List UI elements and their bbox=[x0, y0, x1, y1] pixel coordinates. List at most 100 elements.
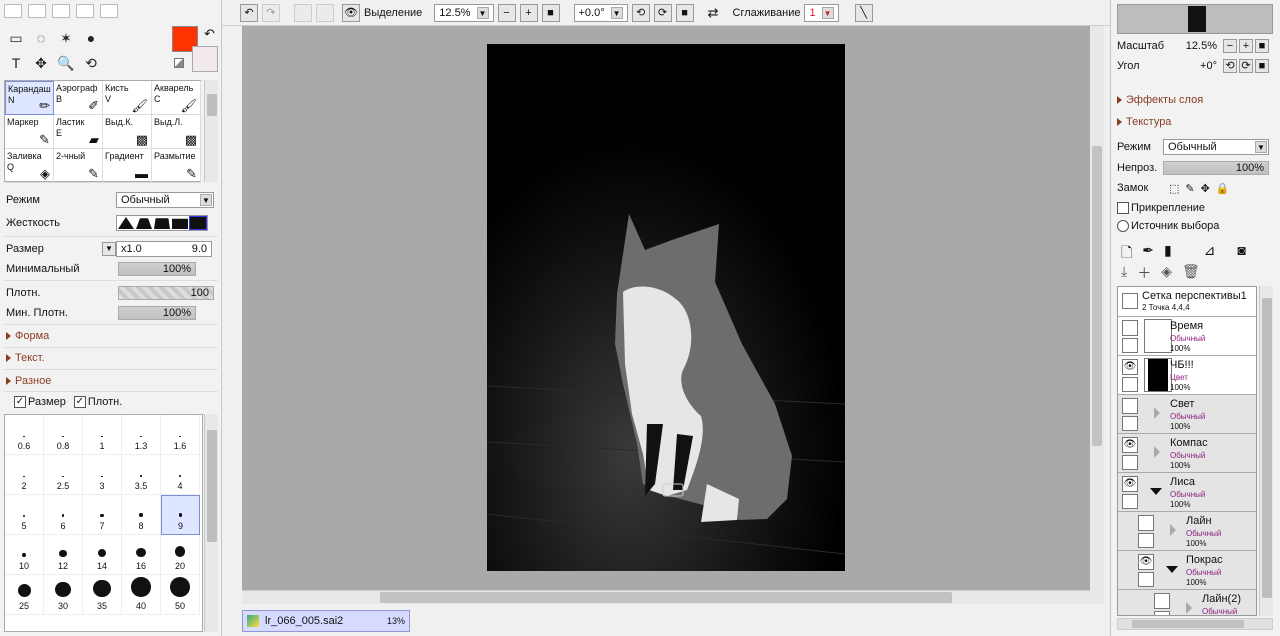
visibility-toggle[interactable] bbox=[1138, 515, 1154, 531]
visibility-toggle[interactable] bbox=[1122, 293, 1138, 309]
section-texture[interactable]: Текстура bbox=[1117, 112, 1171, 132]
size-checkbox[interactable]: ✓ Размер bbox=[14, 396, 66, 408]
visibility-toggle[interactable] bbox=[1122, 398, 1138, 414]
brush-tool-item[interactable]: Маркер ✎ bbox=[5, 115, 54, 149]
merge-icon[interactable]: ＋ bbox=[1137, 263, 1151, 283]
layer-item[interactable]: Лайн(2) Обычный bbox=[1118, 590, 1256, 615]
chevron-right-icon[interactable] bbox=[1170, 524, 1176, 536]
chevron-right-icon[interactable] bbox=[1186, 602, 1192, 614]
lasso-icon[interactable]: ◌ bbox=[29, 26, 53, 50]
magic-wand-icon[interactable]: ✶ bbox=[54, 26, 78, 50]
trash-icon[interactable]: 🗑 bbox=[1182, 263, 1200, 283]
rect-select-icon[interactable]: ▭ bbox=[4, 26, 28, 50]
eye-icon[interactable]: 👁 bbox=[1122, 476, 1138, 492]
layer-mode-select[interactable]: Обычный ▼ bbox=[1163, 139, 1269, 155]
brush-tool-item[interactable]: Аэрограф B ✐ bbox=[54, 81, 103, 115]
layout-tab-3[interactable] bbox=[52, 4, 70, 18]
brush-tool-item[interactable]: 2-чный ✎ bbox=[54, 149, 103, 183]
layer-item[interactable]: 👁 Компас Обычный 100% bbox=[1118, 434, 1256, 473]
brush-size-preset[interactable]: 1.3 bbox=[122, 415, 161, 455]
perspective-ruler-icon[interactable]: ⊿ bbox=[1204, 242, 1216, 262]
nav-zoom-reset-button[interactable]: ■ bbox=[1255, 39, 1269, 53]
brush-size-preset[interactable]: 7 bbox=[83, 495, 122, 535]
brush-tool-item[interactable]: Карандаш N ✏ bbox=[5, 81, 54, 115]
layer-lock-toggle[interactable] bbox=[1138, 533, 1154, 548]
rotate-right-button[interactable]: ⟳ bbox=[653, 3, 672, 22]
smoothing-select[interactable]: 1 ▼ bbox=[804, 3, 839, 22]
layer-lock-toggle[interactable] bbox=[1122, 377, 1138, 392]
section-texture[interactable]: Текст. bbox=[6, 348, 45, 368]
eye-icon[interactable]: 👁 bbox=[1122, 437, 1138, 453]
chevron-right-icon[interactable] bbox=[1154, 407, 1160, 419]
zoom-in-button[interactable]: + bbox=[519, 3, 538, 22]
section-shape[interactable]: Форма bbox=[6, 326, 49, 346]
line-tool-icon[interactable]: ╲ bbox=[854, 3, 873, 22]
clear-layer-icon[interactable]: ◈ bbox=[1161, 263, 1172, 283]
min-size-slider[interactable]: 100% bbox=[118, 262, 196, 276]
layout-tab-4[interactable] bbox=[76, 4, 94, 18]
layer-mask-icon[interactable]: ◙ bbox=[1237, 242, 1245, 262]
navigator-thumbnail[interactable] bbox=[1117, 4, 1273, 34]
selection-source-radio[interactable]: Источник выбора bbox=[1117, 220, 1219, 232]
brush-size-preset[interactable]: 3.5 bbox=[122, 455, 161, 495]
canvas-horizontal-scrollbar[interactable] bbox=[242, 590, 1090, 604]
layer-item[interactable]: 👁 ЧБ!!! Цвет 100% bbox=[1118, 356, 1256, 395]
rotation-select[interactable]: +0.0° ▼ bbox=[573, 3, 628, 22]
transparent-color-icon[interactable] bbox=[174, 58, 184, 68]
size-input[interactable]: x1.0 9.0 bbox=[116, 241, 212, 257]
brush-size-preset[interactable]: 25 bbox=[5, 575, 44, 615]
clip-checkbox[interactable]: Прикрепление bbox=[1117, 202, 1205, 214]
brush-size-preset[interactable]: 12 bbox=[44, 535, 83, 575]
layer-item[interactable]: Лайн Обычный 100% bbox=[1118, 512, 1256, 551]
layout-tab-5[interactable] bbox=[100, 4, 118, 18]
new-layer-icon[interactable]: 🗋 bbox=[1121, 242, 1132, 262]
brush-size-preset[interactable]: 2.5 bbox=[44, 455, 83, 495]
layer-lock-toggle[interactable] bbox=[1122, 455, 1138, 470]
lock-icons[interactable]: ⬚✎✥🔒 bbox=[1169, 182, 1236, 195]
canvas-vertical-scrollbar[interactable] bbox=[1090, 26, 1104, 604]
brush-size-preset[interactable]: 0.6 bbox=[5, 415, 44, 455]
brush-size-preset[interactable]: 8 bbox=[122, 495, 161, 535]
document-tab[interactable]: lr_066_005.sai2 13% bbox=[242, 610, 410, 632]
chevron-down-icon[interactable] bbox=[1166, 566, 1178, 573]
nav-rotate-right-button[interactable]: ⟳ bbox=[1239, 59, 1253, 73]
rotate-left-button[interactable]: ⟲ bbox=[631, 3, 650, 22]
chevron-right-icon[interactable] bbox=[1154, 446, 1160, 458]
new-folder-icon[interactable]: ▮ bbox=[1164, 242, 1172, 262]
brush-size-preset[interactable]: 35 bbox=[83, 575, 122, 615]
move-icon[interactable]: ✥ bbox=[29, 51, 53, 75]
brush-size-preset[interactable]: 2 bbox=[5, 455, 44, 495]
brush-mode-select[interactable]: Обычный ▼ bbox=[116, 192, 214, 208]
rotate-reset-button[interactable]: ■ bbox=[675, 3, 694, 22]
brush-size-preset[interactable]: 1 bbox=[83, 415, 122, 455]
eye-icon[interactable]: 👁 bbox=[1122, 359, 1138, 375]
brush-size-preset[interactable]: 5 bbox=[5, 495, 44, 535]
selection-visibility-icon[interactable]: 👁 bbox=[342, 3, 360, 22]
redo-button[interactable]: ↷ bbox=[262, 3, 280, 22]
merge-down-icon[interactable]: ⤓ bbox=[1121, 263, 1127, 283]
brush-grid-scrollbar[interactable] bbox=[204, 80, 218, 182]
layer-item[interactable]: 👁 Покрас Обычный 100% bbox=[1118, 551, 1256, 590]
nav-zoom-out-button[interactable]: − bbox=[1223, 39, 1237, 53]
nav-rotate-left-button[interactable]: ⟲ bbox=[1223, 59, 1237, 73]
swap-colors-icon[interactable]: ↶ bbox=[204, 26, 215, 42]
layer-item[interactable]: Свет Обычный 100% bbox=[1118, 395, 1256, 434]
brush-size-preset[interactable]: 10 bbox=[5, 535, 44, 575]
layer-lock-toggle[interactable] bbox=[1122, 338, 1138, 353]
brush-tool-item[interactable]: Заливка Q ◈ bbox=[5, 149, 54, 183]
layer-item[interactable]: Сетка перспективы1 2 Точка 4,4,4 bbox=[1118, 287, 1256, 317]
brush-size-preset[interactable]: 1.6 bbox=[161, 415, 200, 455]
density-checkbox[interactable]: ✓ Плотн. bbox=[73, 396, 122, 408]
section-layer-effects[interactable]: Эффекты слоя bbox=[1117, 90, 1203, 110]
brush-tool-item[interactable]: Выд.Л. ▩ bbox=[152, 115, 201, 149]
brush-size-preset[interactable]: 20 bbox=[161, 535, 200, 575]
brush-size-preset[interactable]: 30 bbox=[44, 575, 83, 615]
layer-item[interactable]: 👁 Лиса Обычный 100% bbox=[1118, 473, 1256, 512]
secondary-color-swatch[interactable] bbox=[192, 46, 218, 72]
layer-list-scrollbar[interactable] bbox=[1259, 286, 1273, 616]
nav-zoom-in-button[interactable]: + bbox=[1239, 39, 1253, 53]
min-density-slider[interactable]: 100% bbox=[118, 306, 196, 320]
brush-tool-item[interactable]: Ластик E ▰ bbox=[54, 115, 103, 149]
opacity-slider[interactable]: 100% bbox=[1163, 161, 1269, 175]
flip-icon[interactable]: ⇄ bbox=[708, 5, 719, 21]
